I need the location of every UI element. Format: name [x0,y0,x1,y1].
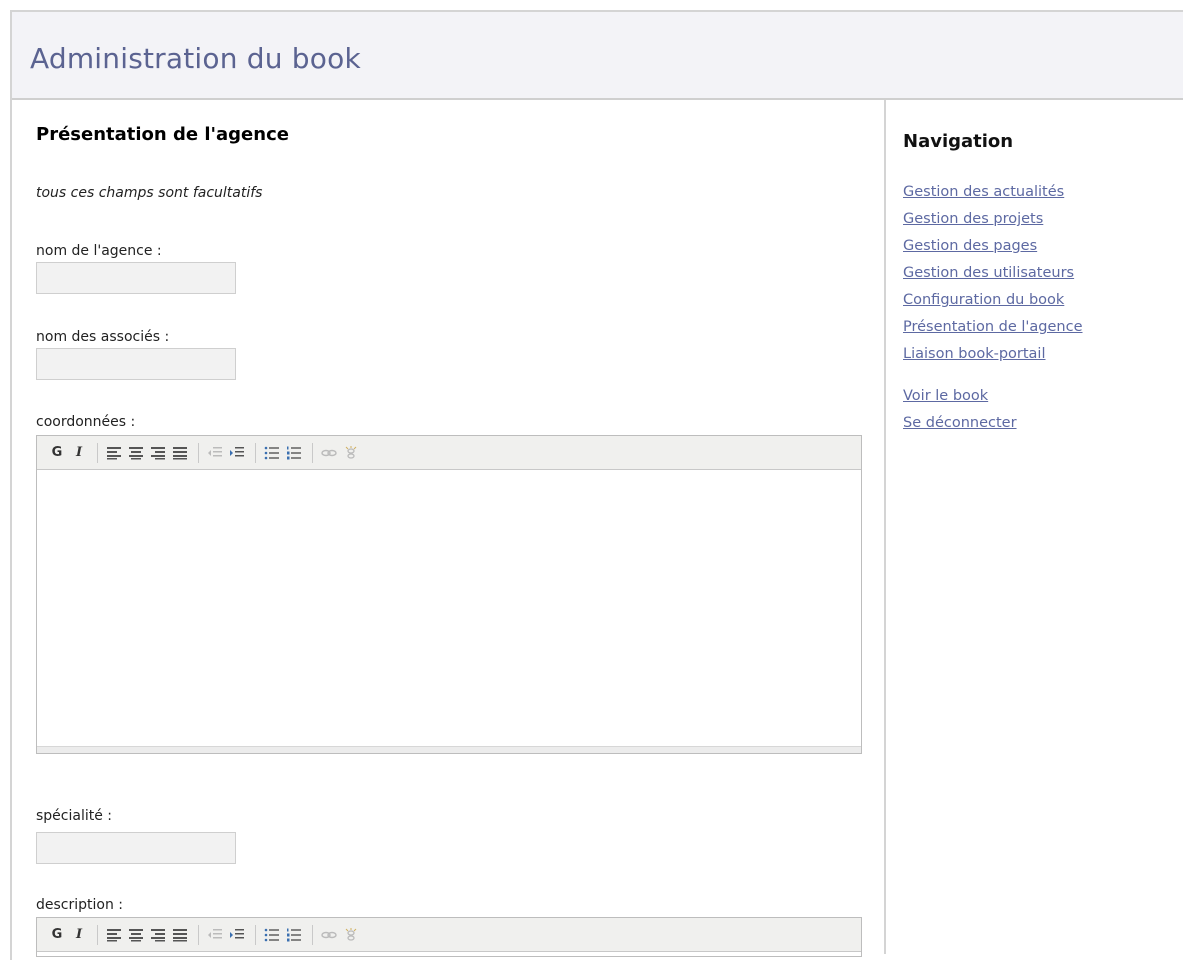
nav-item: Gestion des actualités [903,178,1083,205]
coordinates-label: coordonnées : [36,414,136,430]
navigation-secondary-menu: Voir le book Se déconnecter [903,382,1017,436]
description-editor: G I [36,917,862,957]
toolbar-separator [255,442,256,463]
form-heading: Présentation de l'agence [36,124,289,145]
indent-icon[interactable] [227,924,247,946]
align-center-icon[interactable] [126,442,146,464]
nav-link-liaison[interactable]: Liaison book-portail [903,346,1046,362]
agency-name-label: nom de l'agence : [36,243,162,259]
numbered-list-icon[interactable] [284,442,304,464]
nav-item: Présentation de l'agence [903,313,1083,340]
navigation-menu: Gestion des actualités Gestion des proje… [903,178,1083,367]
indent-icon[interactable] [227,442,247,464]
italic-button[interactable]: I [69,442,89,464]
unlink-icon[interactable] [341,924,361,946]
toolbar-separator [312,442,313,463]
link-icon[interactable] [319,442,339,464]
partners-label: nom des associés : [36,329,170,345]
agency-name-field[interactable] [36,262,236,294]
nav-link-projets[interactable]: Gestion des projets [903,211,1043,227]
bullet-list-icon[interactable] [262,924,282,946]
toolbar-separator [97,442,98,463]
coordinates-textarea[interactable] [37,470,861,746]
nav-item: Gestion des pages [903,232,1083,259]
nav-link-presentation[interactable]: Présentation de l'agence [903,319,1083,335]
outdent-icon[interactable] [205,442,225,464]
description-label: description : [36,897,124,913]
align-right-icon[interactable] [148,442,168,464]
align-left-icon[interactable] [104,924,124,946]
align-center-icon[interactable] [126,924,146,946]
numbered-list-icon[interactable] [284,924,304,946]
form-note: tous ces champs sont facultatifs [36,185,263,201]
nav-link-actualites[interactable]: Gestion des actualités [903,184,1064,200]
partners-field[interactable] [36,348,236,380]
editor-toolbar: G I [37,918,861,952]
nav-item: Gestion des projets [903,205,1083,232]
toolbar-separator [97,924,98,945]
link-icon[interactable] [319,924,339,946]
editor-toolbar: G I [37,436,861,470]
outdent-icon[interactable] [205,924,225,946]
bold-button[interactable]: G [47,924,67,946]
specialty-label: spécialité : [36,808,113,824]
nav-link-voir-book[interactable]: Voir le book [903,388,988,404]
toolbar-separator [255,924,256,945]
bold-button[interactable]: G [47,442,67,464]
align-left-icon[interactable] [104,442,124,464]
italic-button[interactable]: I [69,924,89,946]
navigation-title: Navigation [903,131,1014,152]
nav-item: Gestion des utilisateurs [903,259,1083,286]
nav-link-utilisateurs[interactable]: Gestion des utilisateurs [903,265,1074,281]
nav-link-pages[interactable]: Gestion des pages [903,238,1037,254]
coordinates-editor: G I [36,435,862,754]
toolbar-separator [198,442,199,463]
column-divider [884,100,886,954]
page-title: Administration du book [30,42,361,75]
unlink-icon[interactable] [341,442,361,464]
nav-item: Se déconnecter [903,409,1017,436]
page-header: Administration du book [12,12,1183,100]
align-right-icon[interactable] [148,924,168,946]
toolbar-separator [312,924,313,945]
specialty-field[interactable] [36,832,236,864]
editor-resize-bar[interactable] [37,746,861,753]
toolbar-separator [198,924,199,945]
nav-item: Liaison book-portail [903,340,1083,367]
nav-link-configuration[interactable]: Configuration du book [903,292,1064,308]
nav-item: Configuration du book [903,286,1083,313]
nav-link-deconnecter[interactable]: Se déconnecter [903,415,1017,431]
bullet-list-icon[interactable] [262,442,282,464]
align-justify-icon[interactable] [170,442,190,464]
nav-item: Voir le book [903,382,1017,409]
align-justify-icon[interactable] [170,924,190,946]
